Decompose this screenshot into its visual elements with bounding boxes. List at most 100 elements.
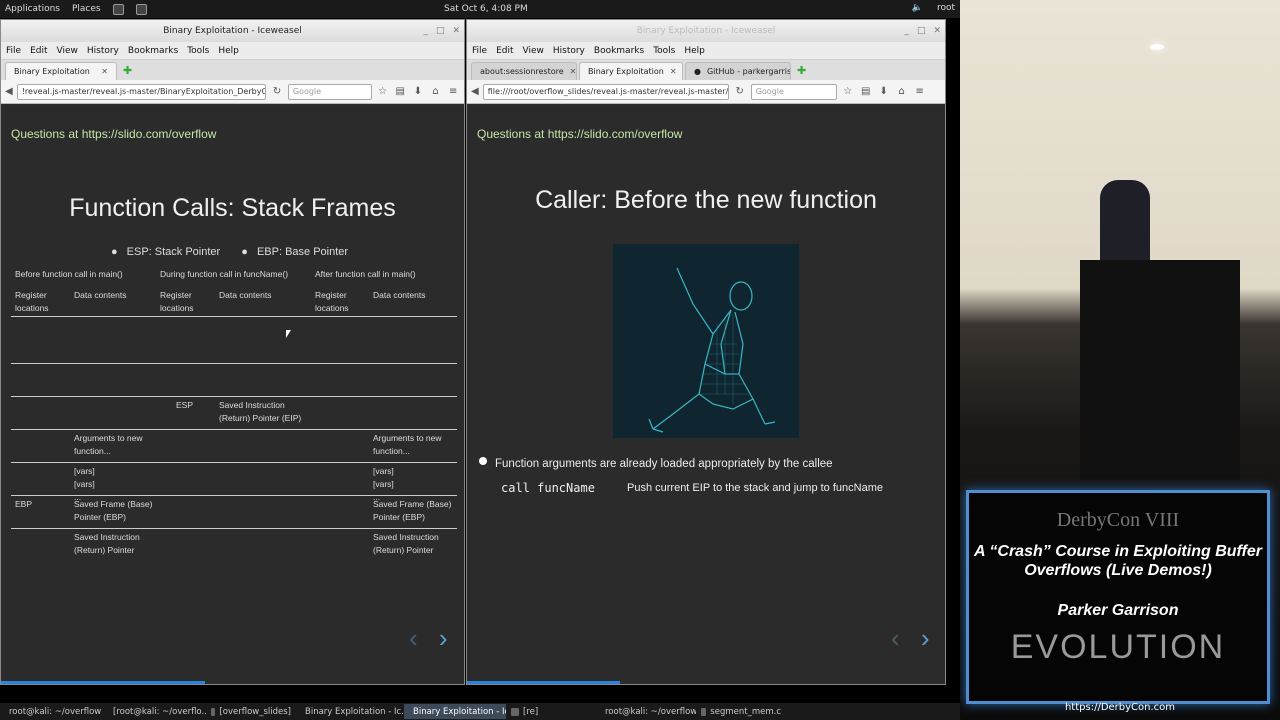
hamburger-menu-icon[interactable]: ≡ xyxy=(446,86,460,97)
minimize-icon[interactable]: _ xyxy=(904,20,909,42)
conference-camera-feed: DerbyCon VIII A “Crash” Course in Exploi… xyxy=(960,0,1280,720)
group-header-before: Before function call in main() xyxy=(15,269,123,279)
menu-help[interactable]: Help xyxy=(684,46,705,56)
window-icon xyxy=(211,707,216,716)
taskbar-item-label: root@kali: ~/overflow xyxy=(9,706,102,717)
questions-line: Questions at https://slido.com/overflow xyxy=(477,127,683,141)
clock[interactable]: Sat Oct 6, 4:08 PM xyxy=(444,4,528,14)
menu-tools[interactable]: Tools xyxy=(187,46,209,56)
menu-bookmarks[interactable]: Bookmarks xyxy=(594,46,644,56)
tab-binary-exploitation[interactable]: Binary Exploitation ✕ xyxy=(579,62,683,80)
navigation-bar: ◀ !reveal.js-master/reveal.js-master/Bin… xyxy=(1,80,464,104)
prev-slide-icon[interactable]: ‹ xyxy=(409,623,418,653)
taskbar-item[interactable]: [root@kali: ~/overflo... xyxy=(104,704,206,719)
window-titlebar: Binary Exploitation - Iceweasel _ □ ✕ xyxy=(1,20,464,42)
derbycon-logo: DerbyCon VIII xyxy=(1056,509,1180,531)
search-field[interactable]: Google xyxy=(750,83,837,100)
talk-title: A “Crash” Course in Exploiting Buffer Ov… xyxy=(973,543,1263,579)
data-cell: Arguments to new function... xyxy=(74,433,143,456)
close-icon[interactable]: ✕ xyxy=(933,20,941,42)
sub-header-register: Register locations xyxy=(15,290,49,313)
terminal-launcher-icon[interactable] xyxy=(135,3,147,15)
menubar: File Edit View History Bookmarks Tools H… xyxy=(1,42,464,60)
maximize-icon[interactable]: □ xyxy=(436,20,445,42)
applications-menu[interactable]: Applications xyxy=(5,4,60,14)
places-menu[interactable]: Places xyxy=(72,4,101,14)
menu-view[interactable]: View xyxy=(57,46,78,56)
slide-navigation: ‹ › xyxy=(891,623,930,654)
reload-icon[interactable]: ↻ xyxy=(733,86,747,97)
url-bar[interactable]: !reveal.js-master/reveal.js-master/Binar… xyxy=(16,83,267,100)
user-menu[interactable]: root xyxy=(937,3,955,13)
back-arrow-icon[interactable]: ◀ xyxy=(471,86,479,97)
taskbar-item-label: Binary Exploitation - Ic... xyxy=(305,706,404,717)
code-example: call funcName Push current EIP to the st… xyxy=(501,481,883,495)
tab-close-icon[interactable]: ✕ xyxy=(101,63,108,80)
url-bar[interactable]: file:///root/overflow_slides/reveal.js-m… xyxy=(482,83,729,100)
next-slide-icon[interactable]: › xyxy=(439,623,448,653)
tab-github[interactable]: ● GitHub - parkergarris... xyxy=(685,62,791,80)
data-cell: Saved Instruction (Return) Pointer (EIP) xyxy=(219,400,302,423)
data-cell: Saved Frame (Base) Pointer (EBP) xyxy=(373,499,452,522)
table-row: EBP Saved Frame (Base) Pointer (EBP) Saved… xyxy=(11,496,457,529)
search-field[interactable]: Google xyxy=(287,83,372,100)
menu-bookmarks[interactable]: Bookmarks xyxy=(128,46,178,56)
wireframe-figure-image xyxy=(613,244,799,438)
taskbar-item[interactable]: root@kali: ~/overflow xyxy=(0,704,104,719)
menu-history[interactable]: History xyxy=(87,46,119,56)
hamburger-menu-icon[interactable]: ≡ xyxy=(913,86,927,97)
questions-line: Questions at https://slido.com/overflow xyxy=(11,127,217,141)
bookmark-star-icon[interactable]: ☆ xyxy=(841,86,855,97)
window-title: Binary Exploitation - Iceweasel xyxy=(163,26,302,36)
browser-launcher-icon[interactable] xyxy=(112,3,124,15)
taskbar: root@kali: ~/overflow [root@kali: ~/overf… xyxy=(0,703,960,720)
menu-file[interactable]: File xyxy=(6,46,21,56)
home-icon[interactable]: ⌂ xyxy=(895,86,909,97)
prev-slide-icon[interactable]: ‹ xyxy=(891,623,900,653)
taskbar-item[interactable]: root@kali: ~/overflow xyxy=(596,704,696,719)
tab-label: Binary Exploitation xyxy=(14,66,90,76)
download-icon[interactable]: ⬇ xyxy=(877,86,891,97)
taskbar-item[interactable]: [re] xyxy=(506,704,596,719)
menu-tools[interactable]: Tools xyxy=(653,46,675,56)
new-tab-icon[interactable]: ✚ xyxy=(119,62,136,80)
sub-header-data: Data contents xyxy=(373,290,426,300)
minimize-icon[interactable]: _ xyxy=(423,20,428,42)
table-sub-header: Register locations Data contents Registe… xyxy=(11,287,457,317)
menu-edit[interactable]: Edit xyxy=(30,46,47,56)
tab-close-icon[interactable]: ✕ xyxy=(570,63,576,80)
taskbar-item[interactable]: Binary Exploitation - Ic... xyxy=(296,704,404,719)
next-slide-icon[interactable]: › xyxy=(921,623,930,653)
download-icon[interactable]: ⬇ xyxy=(411,86,425,97)
back-arrow-icon[interactable]: ◀ xyxy=(5,86,13,97)
tab-close-icon[interactable]: ✕ xyxy=(670,63,677,80)
window-titlebar: Binary Exploitation - Iceweasel _ □ ✕ xyxy=(467,20,945,42)
sub-header-register: Register locations xyxy=(315,290,349,313)
sub-header-data: Data contents xyxy=(74,290,127,300)
bookmark-star-icon[interactable]: ☆ xyxy=(376,86,390,97)
menu-edit[interactable]: Edit xyxy=(496,46,513,56)
table-row: ESP Saved Instruction (Return) Pointer (E… xyxy=(11,397,457,430)
reload-icon[interactable]: ↻ xyxy=(270,86,284,97)
bullet-ebp: ● EBP: Base Pointer xyxy=(241,246,349,258)
taskbar-item[interactable]: Binary Exploitation - Ic... xyxy=(404,704,506,719)
menubar: File Edit View History Bookmarks Tools H… xyxy=(467,42,945,60)
home-icon[interactable]: ⌂ xyxy=(429,86,443,97)
maximize-icon[interactable]: □ xyxy=(917,20,926,42)
menu-history[interactable]: History xyxy=(553,46,585,56)
navigation-bar: ◀ file:///root/overflow_slides/reveal.js… xyxy=(467,80,945,104)
menu-help[interactable]: Help xyxy=(218,46,239,56)
evolution-logo: EVOLUTION xyxy=(1010,628,1226,666)
taskbar-item[interactable]: segment_mem.c xyxy=(696,704,786,719)
menu-file[interactable]: File xyxy=(472,46,487,56)
clipboard-icon[interactable]: ▤ xyxy=(393,86,407,97)
close-icon[interactable]: ✕ xyxy=(452,20,460,42)
new-tab-icon[interactable]: ✚ xyxy=(793,62,810,80)
tab-binary-exploitation[interactable]: Binary Exploitation ✕ xyxy=(5,62,117,80)
menu-view[interactable]: View xyxy=(523,46,544,56)
data-cell: Saved Instruction (Return) Pointer xyxy=(74,532,140,555)
volume-icon[interactable]: 🔈 xyxy=(912,3,923,13)
tab-sessionrestore[interactable]: about:sessionrestore ✕ xyxy=(471,62,577,80)
clipboard-icon[interactable]: ▤ xyxy=(859,86,873,97)
taskbar-item[interactable]: [overflow_slides] xyxy=(206,704,296,719)
